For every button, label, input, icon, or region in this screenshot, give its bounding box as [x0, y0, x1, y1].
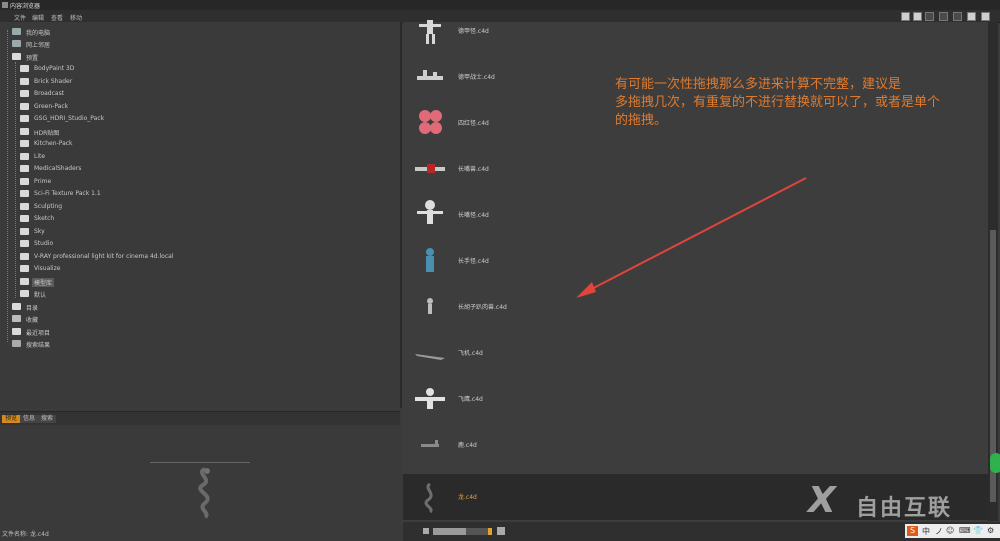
slider-handle[interactable] — [488, 528, 492, 535]
folder-icon — [20, 253, 29, 260]
file-row[interactable]: 飞鹰.c4d — [403, 376, 988, 422]
folder-icon — [20, 215, 29, 222]
model-thumbnail — [417, 200, 443, 224]
zoom-in-icon[interactable] — [497, 527, 505, 535]
slider-fill — [433, 528, 466, 535]
ime-toolbar: S 中 ノ ☺ ⌨ 👕 ⚙ — [905, 524, 1000, 538]
ime-keyboard-icon[interactable]: ⌨ — [959, 526, 971, 535]
folder-icon — [20, 178, 29, 185]
folder-icon — [20, 190, 29, 197]
computer-icon — [12, 28, 21, 35]
menu-view[interactable]: 查看 — [51, 13, 63, 22]
model-thumbnail — [421, 440, 439, 447]
folder-icon — [20, 65, 29, 72]
ime-settings-icon[interactable]: ⚙ — [987, 526, 994, 535]
model-thumbnail — [427, 298, 433, 314]
ime-punct-icon[interactable]: ノ — [935, 526, 943, 537]
folder-icon — [20, 165, 29, 172]
model-thumbnail — [424, 482, 433, 514]
folder-icon — [20, 153, 29, 160]
annotation-arrow — [576, 177, 807, 298]
file-row[interactable]: 德甲怪.c4d — [403, 8, 988, 54]
model-thumbnail — [426, 248, 434, 272]
folder-icon — [20, 278, 29, 285]
folder-icon — [20, 265, 29, 272]
folder-icon — [20, 90, 29, 97]
ime-logo-icon[interactable]: S — [907, 526, 918, 536]
window-title: 内容浏览器 — [10, 3, 41, 10]
annotation-text: 有可能一次性拖拽那么多进来计算不完整，建议是 多拖拽几次，有重复的不进行替换就可… — [615, 77, 941, 128]
ime-lang-toggle[interactable]: 中 — [922, 526, 930, 537]
folder-icon — [20, 290, 29, 297]
tab-info[interactable]: 信息 — [20, 415, 39, 423]
model-thumbnail — [419, 20, 441, 44]
tab-preview[interactable]: 预览 — [2, 415, 21, 423]
preview-tabs: 预览 信息 搜索 — [0, 411, 400, 426]
floating-green-button[interactable] — [990, 453, 1000, 473]
folder-icon — [20, 240, 29, 247]
tree-connector — [7, 30, 8, 342]
ime-skin-icon[interactable]: 👕 — [973, 526, 983, 535]
search-icon — [12, 340, 21, 347]
file-row[interactable]: 鹿.c4d — [403, 422, 988, 468]
preview-pane: 文件名称: 龙.c4d — [0, 425, 400, 541]
star-icon — [12, 315, 21, 322]
folder-icon — [20, 115, 29, 122]
dragon-preview-image — [198, 467, 210, 519]
network-icon — [12, 40, 21, 47]
tab-search[interactable]: 搜索 — [38, 415, 57, 423]
menu-move[interactable]: 移动 — [70, 13, 82, 22]
thumbnail-size-slider[interactable] — [433, 528, 492, 535]
model-thumbnail — [415, 388, 445, 409]
file-list-scrollbar[interactable] — [988, 22, 998, 521]
preview-divider — [150, 462, 250, 463]
folder-icon — [20, 78, 29, 85]
folder-icon — [20, 203, 29, 210]
menu-file[interactable]: 文件 — [14, 13, 26, 22]
folder-icon — [12, 53, 21, 60]
folder-icon — [12, 303, 21, 310]
ime-emoji-icon[interactable]: ☺ — [946, 526, 954, 535]
preview-filename: 文件名称: 龙.c4d — [2, 531, 49, 538]
folder-icon — [20, 128, 29, 135]
model-thumbnail — [415, 164, 445, 173]
menu-edit[interactable]: 编辑 — [32, 13, 44, 22]
model-thumbnail — [419, 110, 442, 134]
folder-icon — [12, 328, 21, 335]
folder-icon — [20, 228, 29, 235]
model-thumbnail — [415, 354, 445, 360]
file-row[interactable]: 飞机.c4d — [403, 330, 988, 376]
tree-connector — [15, 62, 16, 298]
folder-icon — [20, 140, 29, 147]
folder-icon — [20, 103, 29, 110]
model-thumbnail — [417, 70, 443, 80]
zoom-out-icon[interactable] — [423, 528, 429, 534]
directory-tree: 我的电脑 网上邻居 预置 BodyPaint 3D Brick Shader B… — [0, 22, 402, 408]
app-icon — [2, 2, 8, 8]
